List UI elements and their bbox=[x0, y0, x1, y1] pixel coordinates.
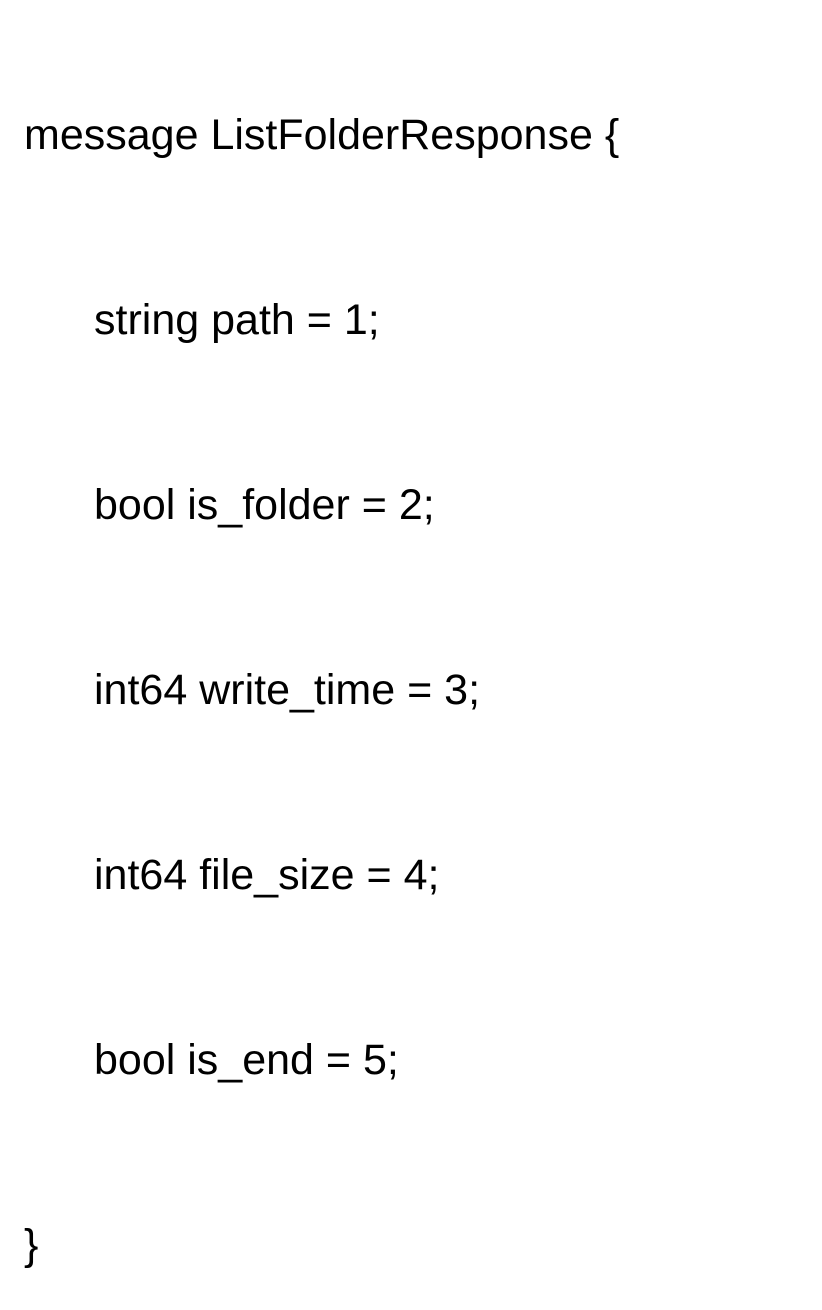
field-num: 4 bbox=[404, 851, 428, 899]
field-name: path bbox=[211, 296, 295, 344]
field-type: bool bbox=[94, 1036, 175, 1084]
brace-close: } bbox=[24, 1221, 38, 1269]
field-name: file_size bbox=[199, 851, 354, 899]
field-type: bool bbox=[94, 481, 175, 529]
field-num: 1 bbox=[344, 296, 368, 344]
field-type: int64 bbox=[94, 851, 187, 899]
field-semi: ; bbox=[387, 1036, 399, 1084]
field-semi: ; bbox=[423, 481, 435, 529]
proto-field-line: bool is_end = 5; bbox=[24, 1039, 812, 1082]
field-name: is_folder bbox=[187, 481, 350, 529]
field-eq: = bbox=[362, 481, 387, 529]
field-semi: ; bbox=[428, 851, 440, 899]
field-num: 3 bbox=[444, 666, 468, 714]
field-eq: = bbox=[367, 851, 392, 899]
proto-header-line: message ListFolderResponse { bbox=[24, 114, 812, 157]
proto-message-name: ListFolderResponse bbox=[210, 111, 592, 159]
field-eq: = bbox=[307, 296, 332, 344]
field-num: 2 bbox=[399, 481, 423, 529]
field-semi: ; bbox=[468, 666, 480, 714]
field-type: int64 bbox=[94, 666, 187, 714]
field-eq: = bbox=[407, 666, 432, 714]
proto-field-line: string path = 1; bbox=[24, 299, 812, 342]
field-name: write_time bbox=[199, 666, 395, 714]
field-name: is_end bbox=[187, 1036, 314, 1084]
field-num: 5 bbox=[363, 1036, 387, 1084]
proto-footer-line: } bbox=[24, 1224, 812, 1267]
proto-field-line: int64 write_time = 3; bbox=[24, 669, 812, 712]
proto-code-block: message ListFolderResponse { string path… bbox=[24, 28, 812, 1310]
field-semi: ; bbox=[368, 296, 380, 344]
field-eq: = bbox=[326, 1036, 351, 1084]
brace-open: { bbox=[605, 111, 619, 159]
proto-field-line: int64 file_size = 4; bbox=[24, 854, 812, 897]
proto-field-line: bool is_folder = 2; bbox=[24, 484, 812, 527]
proto-keyword: message bbox=[24, 111, 198, 159]
field-type: string bbox=[94, 296, 199, 344]
